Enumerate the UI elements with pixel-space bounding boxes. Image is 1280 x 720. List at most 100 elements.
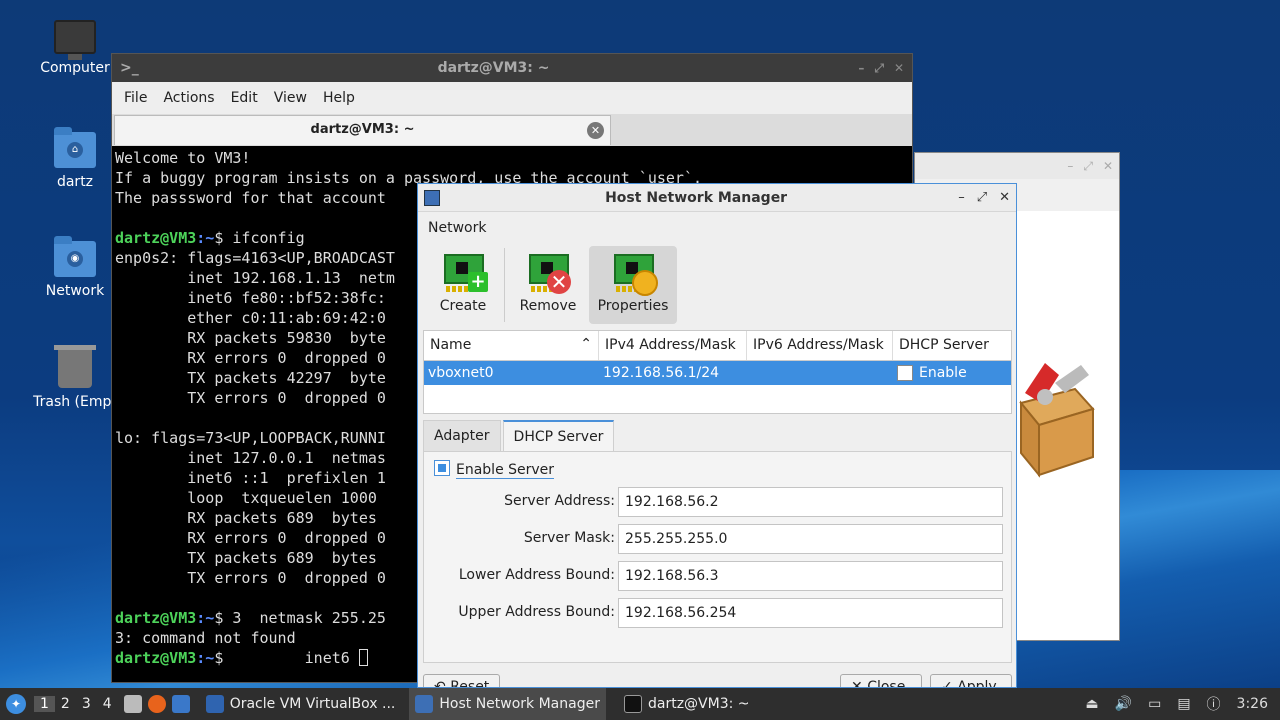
terminal-tab[interactable]: dartz@VM3: ~ ✕ bbox=[114, 115, 611, 145]
field-row: Lower Address Bound: 192.168.56.3 bbox=[424, 561, 1013, 591]
close-label: Close bbox=[867, 679, 906, 688]
column-label: Name bbox=[430, 337, 472, 353]
terminal-app-icon: >_ bbox=[120, 60, 139, 76]
enable-server-checkbox[interactable]: Enable Server bbox=[434, 460, 555, 479]
show-desktop-icon[interactable] bbox=[171, 695, 190, 713]
workspace-2[interactable]: 2 bbox=[55, 696, 76, 712]
toolbox-icon bbox=[1015, 353, 1097, 483]
menu-edit[interactable]: Edit bbox=[223, 90, 266, 106]
upper-bound-input[interactable]: 192.168.56.254 bbox=[618, 598, 1003, 628]
terminal-line: RX errors 0 dropped 0 bbox=[115, 529, 386, 547]
properties-button[interactable]: Properties bbox=[589, 246, 677, 324]
workspace-3[interactable]: 3 bbox=[76, 696, 97, 712]
task-terminal[interactable]: dartz@VM3: ~ bbox=[618, 688, 756, 720]
maximize-icon[interactable]: ⤢ bbox=[1083, 159, 1093, 174]
field-row: Server Address: 192.168.56.2 bbox=[424, 487, 1013, 517]
column-header-dhcp[interactable]: DHCP Server bbox=[893, 331, 1011, 360]
dialog-titlebar[interactable]: Host Network Manager – ⤢ ✕ bbox=[418, 184, 1016, 212]
task-label: dartz@VM3: ~ bbox=[647, 696, 750, 712]
clock[interactable]: 3:26 bbox=[1237, 696, 1268, 712]
table-row[interactable]: vboxnet0 192.168.56.1/24 Enable bbox=[424, 361, 1011, 385]
prompt-user: dartz@VM3 bbox=[115, 229, 197, 247]
field-row: Upper Address Bound: 192.168.56.254 bbox=[424, 598, 1013, 628]
undo-icon: ↶ bbox=[434, 679, 446, 688]
clipboard-icon[interactable]: ▤ bbox=[1177, 696, 1190, 712]
create-button[interactable]: + Create bbox=[426, 246, 500, 324]
terminal-line: inet6 fe80::bf52:38fc: bbox=[115, 289, 386, 307]
tab-adapter[interactable]: Adapter bbox=[423, 420, 501, 452]
network-table[interactable]: Name ⌃ IPv4 Address/Mask IPv6 Address/Ma… bbox=[423, 330, 1012, 414]
prompt-user: dartz@VM3 bbox=[115, 649, 197, 667]
column-header-ipv6[interactable]: IPv6 Address/Mask bbox=[747, 331, 893, 360]
close-button[interactable]: ✕ Close bbox=[840, 674, 922, 688]
terminal-tabbar: dartz@VM3: ~ ✕ bbox=[112, 114, 912, 146]
workspace-switcher: 1 2 3 4 bbox=[32, 688, 120, 720]
close-icon[interactable]: ✕ bbox=[1103, 159, 1113, 173]
desktop-icon-home[interactable]: ⌂ dartz bbox=[27, 127, 123, 190]
menu-actions[interactable]: Actions bbox=[155, 90, 222, 106]
reset-button[interactable]: ↶ Reset bbox=[423, 674, 501, 688]
terminal-line: inet6 ::1 prefixlen 1 bbox=[115, 469, 386, 487]
desktop-icon-trash[interactable]: Trash (Empt bbox=[27, 345, 123, 410]
firefox-icon[interactable] bbox=[147, 695, 166, 713]
server-mask-input[interactable]: 255.255.255.0 bbox=[618, 524, 1003, 554]
menu-network[interactable]: Network bbox=[418, 212, 1016, 244]
apply-label: Apply bbox=[957, 679, 997, 688]
lower-bound-label: Lower Address Bound: bbox=[458, 567, 615, 583]
terminal-line: RX errors 0 dropped 0 bbox=[115, 349, 386, 367]
volume-icon[interactable]: 🔊 bbox=[1115, 696, 1132, 712]
computer-icon bbox=[54, 20, 96, 60]
menu-view[interactable]: View bbox=[266, 90, 315, 106]
server-address-input[interactable]: 192.168.56.2 bbox=[618, 487, 1003, 517]
cell-name: vboxnet0 bbox=[428, 365, 494, 381]
workspace-4[interactable]: 4 bbox=[97, 696, 118, 712]
close-x-icon: ✕ bbox=[851, 679, 863, 688]
terminal-line: enp0s2: flags=4163<UP,BROADCAST bbox=[115, 249, 395, 267]
table-header: Name ⌃ IPv4 Address/Mask IPv6 Address/Ma… bbox=[424, 331, 1011, 361]
display-icon[interactable]: ▭ bbox=[1148, 696, 1161, 712]
virtualbox-icon bbox=[205, 695, 224, 713]
file-manager-icon[interactable] bbox=[123, 695, 142, 713]
desktop-icon-network[interactable]: ◉ Network bbox=[27, 236, 123, 299]
maximize-icon[interactable]: ⤢ bbox=[977, 190, 987, 205]
desktop-icon-computer[interactable]: Computer bbox=[27, 20, 123, 76]
terminal-line: RX packets 59830 byte bbox=[115, 329, 386, 347]
cursor bbox=[358, 649, 368, 666]
upload-icon[interactable]: ⏏ bbox=[1085, 696, 1098, 712]
virtualbox-titlebar[interactable]: – ⤢ ✕ bbox=[915, 153, 1119, 179]
lower-bound-input[interactable]: 192.168.56.3 bbox=[618, 561, 1003, 591]
start-menu-button[interactable]: ✦ bbox=[0, 688, 32, 720]
minimize-icon[interactable]: – bbox=[858, 61, 864, 75]
field-row: Server Mask: 255.255.255.0 bbox=[424, 524, 1013, 554]
menu-file[interactable]: File bbox=[116, 90, 155, 106]
desktop-icon-label: Network bbox=[45, 283, 105, 299]
host-network-manager-dialog[interactable]: Host Network Manager – ⤢ ✕ Network + Cre… bbox=[417, 183, 1017, 688]
close-tab-icon[interactable]: ✕ bbox=[587, 122, 604, 139]
prompt-user: dartz@VM3 bbox=[115, 609, 197, 627]
remove-nic-icon: ✕ bbox=[525, 250, 571, 294]
properties-nic-icon bbox=[610, 250, 658, 296]
system-tray: ⏏ 🔊 ▭ ▤ ⓘ 3:26 bbox=[1077, 688, 1280, 720]
close-icon[interactable]: ✕ bbox=[894, 61, 904, 75]
cell-ipv4: 192.168.56.1/24 bbox=[603, 365, 720, 381]
remove-button[interactable]: ✕ Remove bbox=[511, 246, 585, 324]
task-virtualbox[interactable]: Oracle VM VirtualBox ... bbox=[200, 688, 402, 720]
minimize-icon[interactable]: – bbox=[958, 190, 965, 205]
update-notification-icon[interactable]: ⓘ bbox=[1207, 694, 1221, 714]
desktop-icon-label: Computer bbox=[40, 60, 110, 76]
column-header-ipv4[interactable]: IPv4 Address/Mask bbox=[599, 331, 747, 360]
maximize-icon[interactable]: ⤢ bbox=[874, 61, 884, 76]
minimize-icon[interactable]: – bbox=[1067, 159, 1073, 173]
apply-button[interactable]: ✓ Apply bbox=[930, 674, 1012, 688]
task-label: Oracle VM VirtualBox ... bbox=[229, 696, 396, 712]
menu-help[interactable]: Help bbox=[315, 90, 363, 106]
quick-launch bbox=[120, 688, 200, 720]
column-header-name[interactable]: Name ⌃ bbox=[424, 331, 599, 360]
terminal-titlebar[interactable]: >_ dartz@VM3: ~ – ⤢ ✕ bbox=[112, 54, 912, 82]
dhcp-enable-checkbox[interactable] bbox=[897, 365, 913, 381]
task-host-network-manager[interactable]: Host Network Manager bbox=[409, 688, 606, 720]
terminal-line: loop txqueuelen 1000 bbox=[115, 489, 377, 507]
tab-dhcp-server[interactable]: DHCP Server bbox=[502, 420, 615, 452]
workspace-1[interactable]: 1 bbox=[34, 696, 55, 712]
close-icon[interactable]: ✕ bbox=[999, 190, 1010, 205]
